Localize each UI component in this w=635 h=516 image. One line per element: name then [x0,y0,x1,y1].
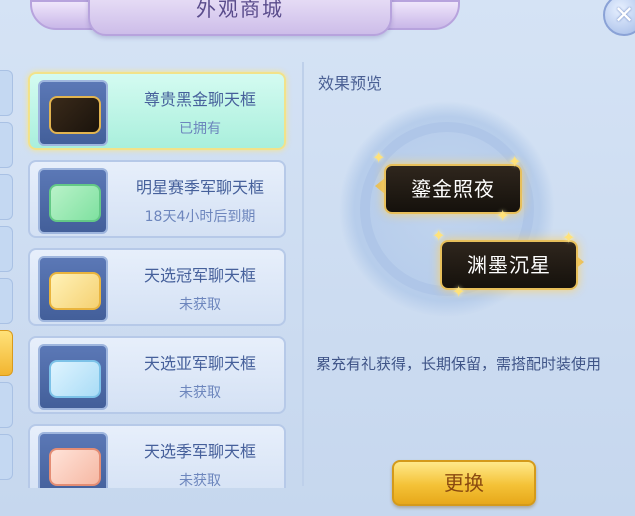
swap-button[interactable]: 更换 [392,460,536,506]
close-icon: ✕ [613,1,635,29]
category-tab[interactable] [0,174,13,220]
shop-panel: 外观商城 ✕ 尊贵黑金聊天框 已拥有 明星赛季军聊天框 18天4小时后到期 天选… [0,0,635,516]
chat-bubble-icon [49,272,101,310]
chat-bubble-icon [49,448,101,486]
list-item[interactable]: 天选季军聊天框 未获取 [28,424,286,488]
list-item[interactable]: 尊贵黑金聊天框 已拥有 [28,72,286,150]
chat-bubble-icon [49,184,101,222]
category-tab[interactable] [0,434,13,480]
category-tab[interactable] [0,70,13,116]
list-item[interactable]: 天选亚军聊天框 未获取 [28,336,286,414]
sparkle-icon: ✦ [496,206,510,225]
item-name: 天选季军聊天框 [143,442,256,461]
list-item[interactable]: 天选冠军聊天框 未获取 [28,248,286,326]
item-thumbnail [38,80,108,146]
category-tab[interactable] [0,382,13,428]
item-status: 未获取 [179,297,221,313]
item-name: 天选亚军聊天框 [143,354,256,373]
item-status: 未获取 [179,473,221,488]
title-plate: 外观商城 [88,0,392,36]
item-status: 已拥有 [179,121,221,137]
item-thumbnail [38,432,108,488]
sparkle-icon: ✦ [452,282,466,301]
category-tab[interactable] [0,226,13,272]
item-name: 尊贵黑金聊天框 [143,90,256,109]
item-name: 明星赛季军聊天框 [135,178,264,197]
list-item[interactable]: 明星赛季军聊天框 18天4小时后到期 [28,160,286,238]
title-ornament-right [386,0,460,30]
preview-label: 效果预览 [318,74,383,93]
category-tab-active[interactable] [0,330,13,376]
sparkle-icon: ✦ [508,152,522,171]
item-name: 天选冠军聊天框 [143,266,256,285]
sparkle-icon: ✦ [562,228,576,247]
item-thumbnail [38,168,108,234]
item-thumbnail [38,256,108,322]
category-tab[interactable] [0,278,13,324]
item-status: 18天4小时后到期 [144,209,256,225]
divider [302,62,304,486]
window-title: 外观商城 [196,0,284,21]
close-button[interactable]: ✕ [603,0,635,36]
item-description: 累充有礼获得，长期保留，需搭配时装使用 [316,355,602,373]
category-tab[interactable] [0,122,13,168]
chat-frame-list[interactable]: 尊贵黑金聊天框 已拥有 明星赛季军聊天框 18天4小时后到期 天选冠军聊天框 未… [22,62,300,488]
chat-bubble-icon [49,360,101,398]
item-thumbnail [38,344,108,410]
sparkle-icon: ✦ [372,148,386,167]
sparkle-icon: ✦ [432,226,446,245]
chat-bubble-icon [49,96,101,134]
category-tabs [0,70,13,486]
item-status: 未获取 [179,385,221,401]
